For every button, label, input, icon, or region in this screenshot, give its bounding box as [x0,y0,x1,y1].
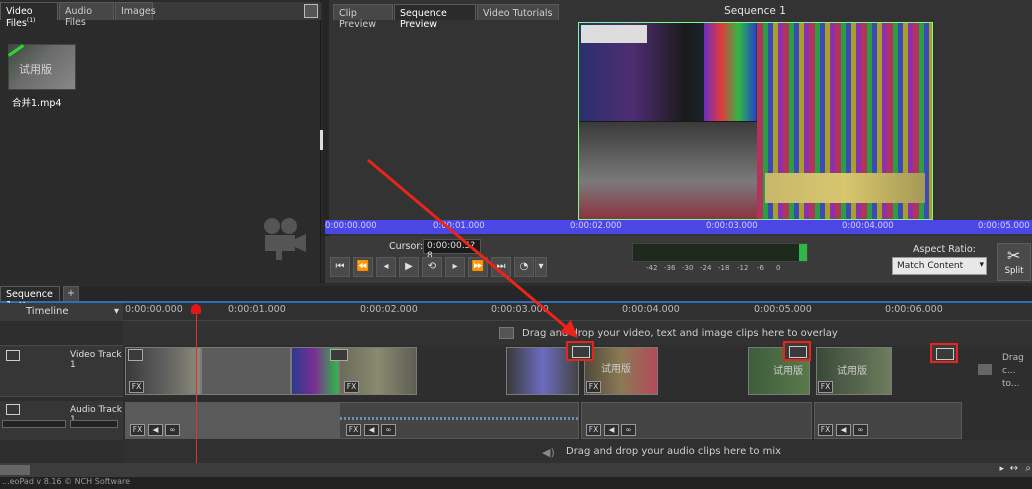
timeline-label: Timeline [26,306,69,317]
video-track-header: Video Track 1 [0,345,123,397]
fx-button[interactable]: FX [130,424,145,436]
meter-label: -18 [718,264,730,272]
clip-edit-icon[interactable] [128,349,143,361]
split-label: Split [1004,266,1024,276]
tab-audio-files[interactable]: Audio Files [59,2,114,28]
meter-label: -12 [737,264,749,272]
fx-button[interactable]: FX [129,381,144,393]
fx-button[interactable]: FX [818,424,833,436]
meter-label: -30 [682,264,694,272]
ruler-label: 0:00:01.000 [228,304,286,315]
meter-label: -42 [646,264,658,272]
fx-button[interactable]: FX [818,381,833,393]
status-bar: ...eoPad v 8.16 © NCH Software [0,477,1032,489]
annotation-arrow [367,158,578,338]
video-preview [578,22,933,220]
fx-button[interactable]: FX [586,424,601,436]
transition-icon[interactable] [783,341,811,361]
meter-label: -36 [664,264,676,272]
frame-laptop [579,122,757,219]
clip-watermark: 试用版 [601,364,631,375]
playhead-line [196,306,197,463]
tab-video-tutorials[interactable]: Video Tutorials [477,4,559,20]
zoom-icon[interactable]: ⌕ [1025,463,1031,474]
tab-images[interactable]: Images [115,2,156,20]
link-icon[interactable]: ∞ [165,424,180,436]
speaker-icon[interactable] [6,404,20,415]
clip-mark [7,44,25,57]
chevron-down-icon[interactable]: ▾ [114,306,119,317]
transition-icon[interactable] [330,349,348,361]
scrub-label: 0:00:05.000 [978,221,1030,231]
splitter-handle[interactable] [320,130,323,150]
ruler-label: 0:00:00.000 [125,304,183,315]
volume-icon[interactable]: ◀ [364,424,379,436]
speaker-icon: ◀) [542,446,555,459]
meter-label: -24 [700,264,712,272]
clip-watermark: 试用版 [837,366,867,377]
audio-drop-hint: Drag and drop your audio clips here to m… [566,446,782,457]
volume-icon[interactable]: ◀ [148,424,163,436]
video-drop-hint: Drag c... to... s... [1002,353,1024,388]
clip-watermark: 试用版 [773,366,803,377]
meter-label: -6 [757,264,764,272]
volume-icon[interactable]: ◀ [836,424,851,436]
meter-label: 0 [776,264,781,272]
tab-sequence-1[interactable]: Sequence 1 ✕ [0,286,60,311]
camera-icon [978,364,992,375]
clip-thumbnail[interactable]: 试用版 [7,44,76,90]
audio-waveform [340,417,578,420]
video-clip[interactable] [201,347,291,395]
tab-video-files-badge: (1) [26,17,36,24]
chevron-down-icon: ▾ [979,260,984,270]
fx-button[interactable]: FX [586,381,601,393]
fit-width-icon[interactable]: ↔ [1010,463,1018,474]
clip-watermark: 试用版 [19,63,52,76]
aspect-ratio-label: Aspect Ratio: [913,244,976,255]
sequence-title: Sequence 1 [724,5,786,17]
split-button[interactable]: ✂ Split [997,243,1031,281]
volume-icon[interactable]: ◀ [604,424,619,436]
fx-button[interactable]: FX [346,424,361,436]
audio-meter [632,243,808,262]
bin-tabs: Video Files(1) Audio Files Images [0,2,321,29]
camera-icon [264,218,306,260]
audio-track-header: Audio Track 1 [0,401,123,440]
link-icon[interactable]: ∞ [621,424,636,436]
scroll-thumb[interactable] [0,465,30,475]
meter-level [799,244,807,261]
popout-icon[interactable] [304,4,318,18]
link-icon[interactable]: ∞ [853,424,868,436]
frame-app-header [581,25,647,43]
volume-slider[interactable] [2,420,66,428]
frame-keyboard-bar [765,173,925,203]
tab-sequence-preview[interactable]: Sequence Preview [394,4,476,30]
clip-name: 合并1.mp4 [12,98,62,109]
scrub-label: 0:00:03.000 [706,221,758,231]
fx-button[interactable]: FX [344,381,359,393]
tab-clip-preview[interactable]: Clip Preview [333,4,393,30]
video-track-name: Video Track 1 [70,350,122,370]
timeline-header: Timeline ▾ [0,303,123,321]
add-sequence-button[interactable]: + [63,286,79,301]
ruler-label: 0:00:06.000 [885,304,943,315]
transition-icon[interactable] [930,343,958,363]
tab-video-files[interactable]: Video Files(1) [0,2,58,29]
ruler-label: 0:00:04.000 [622,304,680,315]
scrub-label: 0:00:04.000 [842,221,894,231]
scissors-icon: ✂ [1007,246,1021,265]
frame-color-bars [704,23,756,121]
scroll-right-icon[interactable]: ▸ [999,464,1004,474]
pan-slider[interactable] [70,420,118,428]
go-start-button[interactable]: ⏮ [330,257,350,277]
playhead-handle[interactable] [191,304,201,314]
aspect-ratio-value: Match Content [897,261,964,271]
link-icon[interactable]: ∞ [381,424,396,436]
timeline-scrollbar[interactable]: ▸ ↔ ⌕ [0,463,1032,477]
monitor-icon[interactable] [6,350,20,361]
aspect-ratio-select[interactable]: Match Content ▾ [892,257,987,275]
ruler-label: 0:00:05.000 [754,304,812,315]
